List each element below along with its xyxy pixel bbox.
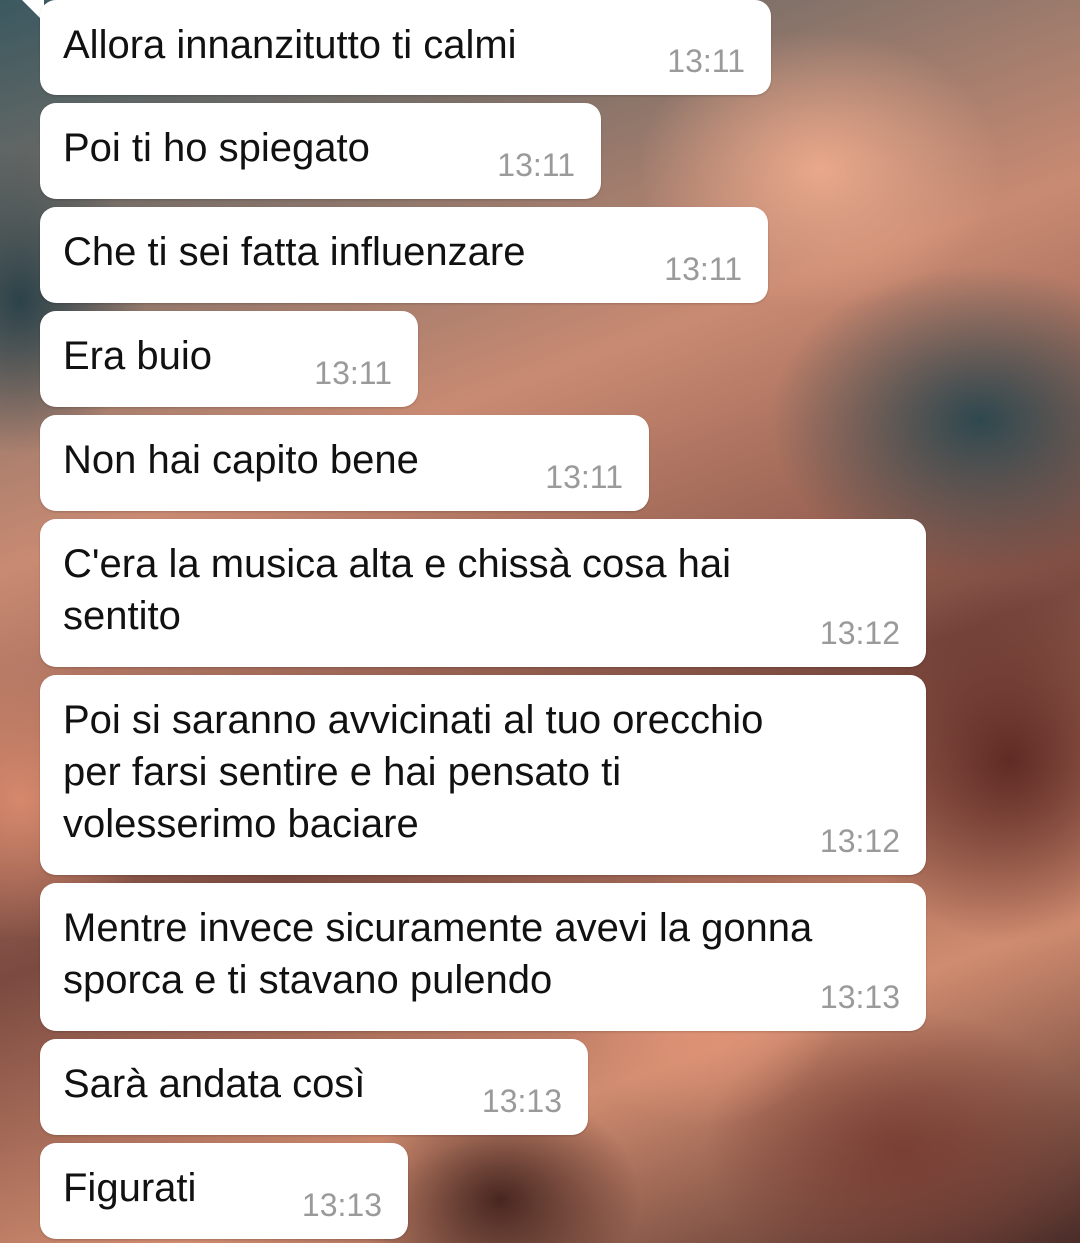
message-timestamp: 13:11 (664, 251, 742, 287)
message-timestamp: 13:12 (819, 823, 900, 859)
message-text: Non hai capito bene (63, 438, 419, 482)
message-text: Figurati (63, 1166, 197, 1210)
message-bubble[interactable]: Figurati 13:13 (40, 1143, 408, 1239)
message-text: Era buio (63, 334, 212, 378)
message-bubble[interactable]: Poi ti ho spiegato 13:11 (40, 103, 601, 199)
message-timestamp: 13:11 (667, 43, 745, 79)
message-text: Sarà andata così (63, 1062, 366, 1106)
message-bubble[interactable]: Mentre invece sicuramente avevi la gonna… (40, 883, 926, 1031)
message-bubble[interactable]: Sarà andata così 13:13 (40, 1039, 588, 1135)
message-timestamp: 13:13 (819, 979, 900, 1015)
message-timestamp: 13:11 (314, 355, 392, 391)
chat-message-list[interactable]: Allora innanzitutto ti calmi 13:11 Poi t… (0, 0, 1080, 1243)
message-text: Poi si saranno avvicinati al tuo orecchi… (63, 698, 764, 846)
message-text: C'era la musica alta e chissà cosa hai s… (63, 542, 731, 638)
message-text: Mentre invece sicuramente avevi la gonna… (63, 906, 813, 1002)
message-bubble[interactable]: Era buio 13:11 (40, 311, 418, 407)
message-timestamp: 13:12 (819, 615, 900, 651)
message-text: Allora innanzitutto ti calmi (63, 23, 517, 67)
message-bubble[interactable]: Poi si saranno avvicinati al tuo orecchi… (40, 675, 926, 875)
message-timestamp: 13:13 (481, 1083, 562, 1119)
message-bubble[interactable]: Allora innanzitutto ti calmi 13:11 (40, 0, 771, 95)
message-timestamp: 13:11 (545, 459, 623, 495)
message-bubble[interactable]: Non hai capito bene 13:11 (40, 415, 649, 511)
message-timestamp: 13:11 (497, 147, 575, 183)
message-bubble[interactable]: Che ti sei fatta influenzare 13:11 (40, 207, 768, 303)
message-text: Poi ti ho spiegato (63, 126, 370, 170)
message-text: Che ti sei fatta influenzare (63, 230, 526, 274)
message-timestamp: 13:13 (301, 1187, 382, 1223)
message-bubble[interactable]: C'era la musica alta e chissà cosa hai s… (40, 519, 926, 667)
